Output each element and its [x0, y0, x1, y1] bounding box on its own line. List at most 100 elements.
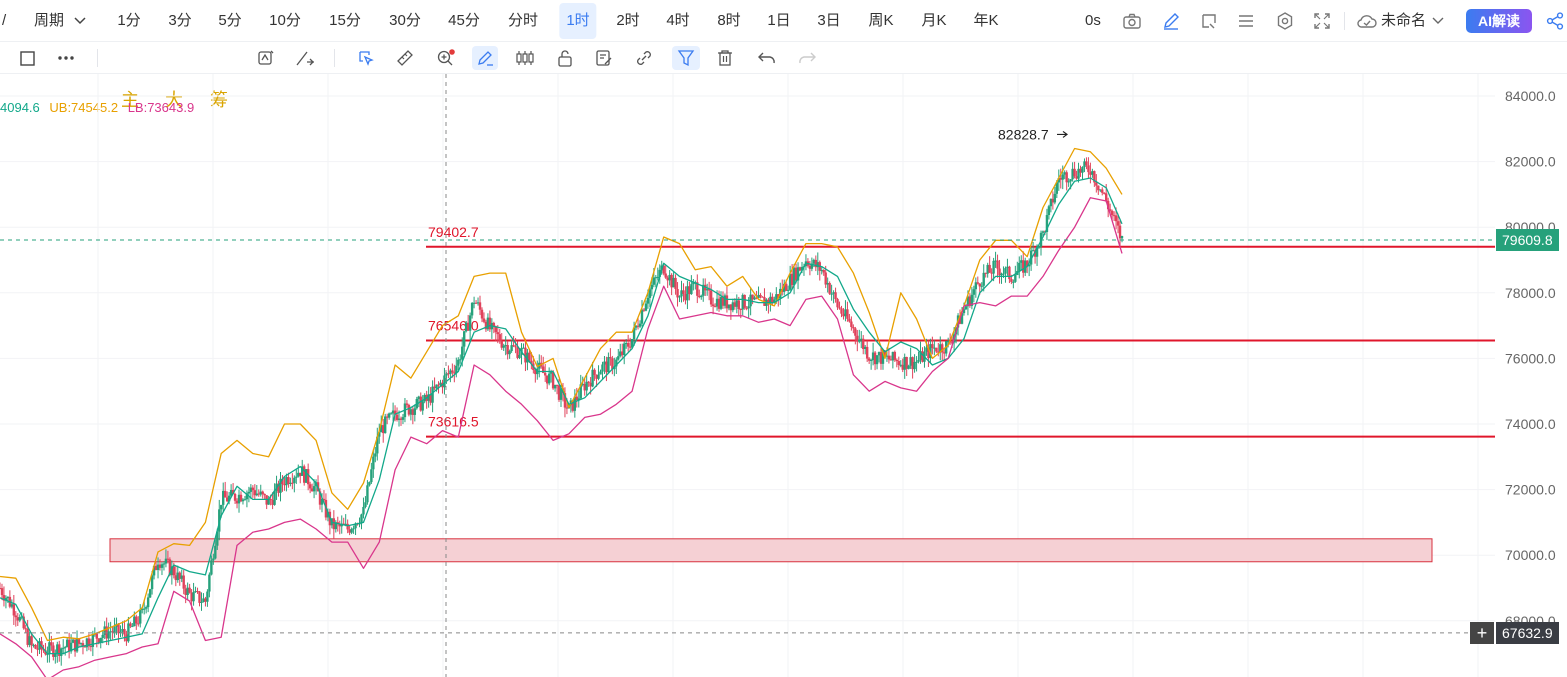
candle-body: [123, 628, 126, 635]
layout-name[interactable]: 未命名: [1381, 0, 1426, 42]
candle-body: [383, 416, 387, 434]
timeframe-8[interactable]: 1时: [559, 3, 597, 39]
support-zone[interactable]: [109, 538, 1433, 563]
y-tick-label: 74000.0: [1505, 416, 1556, 432]
timeframe-2[interactable]: 5分: [218, 0, 241, 42]
candle-body: [656, 276, 659, 278]
undo-icon[interactable]: [755, 48, 779, 68]
candle-body: [640, 309, 644, 324]
timeframe-13[interactable]: 3日: [817, 0, 840, 42]
candle-body: [1073, 168, 1076, 177]
timeframe-1[interactable]: 3分: [168, 0, 191, 42]
lock-icon[interactable]: [554, 48, 576, 68]
candle-body: [269, 499, 272, 501]
fullscreen-icon[interactable]: [1312, 11, 1332, 31]
divider: [334, 49, 335, 67]
note-icon[interactable]: [593, 48, 615, 68]
timeframe-0[interactable]: 1分: [117, 0, 140, 42]
candle-body: [585, 381, 588, 391]
candle-body: [907, 365, 910, 369]
timeframe-4[interactable]: 15分: [329, 0, 361, 42]
crosshair: [0, 74, 1495, 677]
countdown: 0s: [1085, 12, 1101, 29]
candle-body: [623, 343, 626, 355]
candle-body: [192, 592, 195, 602]
candle-body: [609, 357, 612, 359]
candle-body: [508, 351, 511, 355]
chevron-down-icon[interactable]: [1431, 13, 1445, 29]
cloud-check-icon[interactable]: [1356, 11, 1378, 31]
candle-body: [865, 346, 869, 359]
candle-body: [935, 347, 938, 352]
candle-body: [664, 273, 667, 278]
price-chart[interactable]: 79402.776546.073616.5 84000.082000.08000…: [0, 74, 1567, 677]
period-dropdown[interactable]: 周期: [34, 0, 64, 42]
candles-icon[interactable]: [513, 48, 537, 68]
timeframe-3[interactable]: 10分: [269, 0, 301, 42]
candle-body: [652, 277, 656, 285]
plus-icon[interactable]: +: [1470, 621, 1494, 644]
candle-body: [854, 328, 857, 336]
link-icon[interactable]: [633, 48, 655, 68]
candle-body: [1014, 275, 1017, 282]
timeframe-10[interactable]: 4时: [666, 0, 689, 42]
candle-body: [389, 413, 393, 415]
timeframe-12[interactable]: 1日: [767, 0, 790, 42]
timeframe-toolbar: / 周期 1分 3分 5分 10分 15分 30分 45分 分时 1时 2时 4时 8时 1日 3日 周K 月…: [0, 0, 1567, 42]
bookmark-icon[interactable]: [1199, 11, 1219, 31]
candle-body: [528, 352, 531, 361]
candle-body: [1087, 165, 1090, 173]
candle-body: [18, 617, 21, 621]
draw-cursor-icon[interactable]: [355, 48, 377, 68]
zone-rect[interactable]: [109, 538, 1433, 563]
chevron-down-icon[interactable]: [73, 13, 87, 29]
timeframe-16[interactable]: 年K: [973, 0, 998, 42]
timeframe-5[interactable]: 30分: [389, 0, 421, 42]
grid: [0, 74, 1495, 677]
filter-icon[interactable]: [672, 46, 700, 70]
zoom-icon[interactable]: [434, 48, 458, 68]
horizontal-levels[interactable]: 79402.776546.073616.5: [426, 224, 1495, 438]
candle-body: [913, 362, 916, 370]
timeframe-9[interactable]: 2时: [616, 0, 639, 42]
share-icon[interactable]: [1544, 11, 1566, 31]
ruler-icon[interactable]: [394, 48, 416, 68]
candle-body: [690, 284, 693, 295]
y-tick-label: 82000.0: [1505, 154, 1556, 170]
candle-body: [840, 308, 843, 314]
candle-body: [543, 373, 547, 376]
candle-body: [459, 359, 462, 361]
candle-body: [370, 469, 373, 483]
candle-body: [308, 484, 312, 489]
candle-body: [674, 277, 677, 290]
candle-body: [137, 623, 140, 625]
square-icon[interactable]: [18, 50, 36, 66]
timeframe-14[interactable]: 周K: [868, 0, 893, 42]
pencil-icon[interactable]: [1161, 11, 1181, 31]
level-label-0: 79402.7: [428, 224, 479, 240]
candle-body: [1047, 206, 1051, 216]
y-tick-label: 84000.0: [1505, 88, 1556, 104]
settings-icon[interactable]: [1275, 11, 1295, 31]
timeframe-11[interactable]: 8时: [717, 0, 740, 42]
timeframe-7[interactable]: 分时: [508, 0, 538, 42]
camera-icon[interactable]: [1122, 11, 1142, 31]
candle-body: [451, 370, 454, 373]
candle-body: [214, 545, 217, 559]
redo-icon[interactable]: [795, 48, 819, 68]
candle-body: [50, 642, 53, 646]
candle-body: [312, 486, 316, 492]
pen-swap-icon[interactable]: [294, 48, 316, 68]
timeframe-15[interactable]: 月K: [921, 0, 946, 42]
candle-body: [996, 260, 999, 269]
candle-body: [858, 339, 861, 342]
trash-icon[interactable]: [714, 48, 736, 68]
ai-interpret-button[interactable]: AI解读: [1466, 9, 1532, 33]
candle-body: [982, 272, 985, 286]
timeframe-6[interactable]: 45分: [448, 0, 480, 42]
rotate-icon[interactable]: [254, 48, 276, 68]
candle-body: [1012, 281, 1015, 283]
magnet-pen-icon[interactable]: [472, 46, 498, 70]
more-icon[interactable]: [55, 50, 77, 66]
list-icon[interactable]: [1236, 11, 1256, 31]
